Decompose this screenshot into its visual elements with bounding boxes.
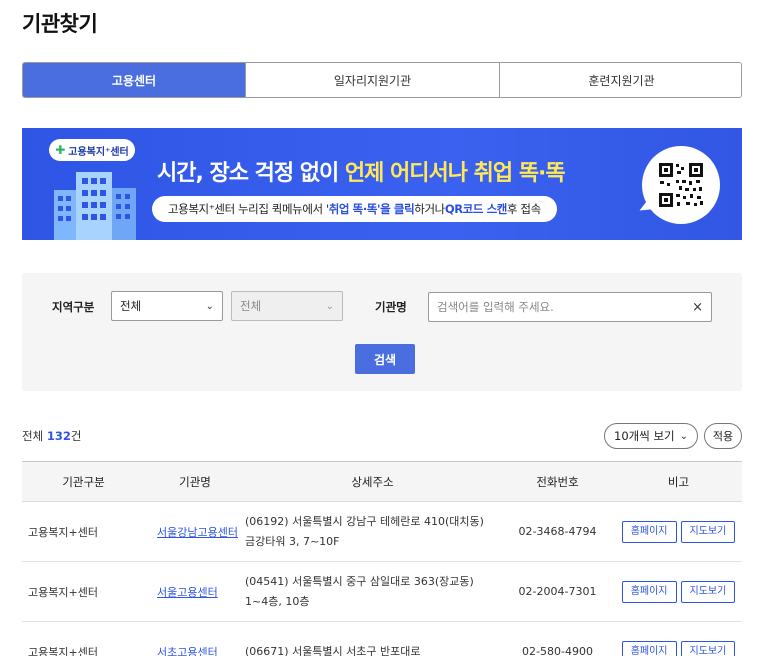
banner-sub-emphasis: QR코드 스캔	[444, 202, 508, 216]
banner-headline: 시간, 장소 걱정 없이 언제 어디서나 취업 똑·똑	[157, 155, 566, 187]
tab-job-support-agency[interactable]: 일자리지원기관	[245, 63, 499, 97]
tab-employment-center[interactable]: 고용센터	[23, 63, 245, 97]
region-select[interactable]: 전체 ⌄	[111, 291, 223, 321]
banner-sub-part: 후 접속	[506, 202, 541, 216]
agency-name-input[interactable]: 검색어를 입력해 주세요. ×	[428, 292, 712, 322]
agency-table: 기관구분 기관명 상세주소 전화번호 비고 고용복지+센터 서울강남고용센터 (…	[22, 461, 742, 656]
cell-tel: 02-580-4900	[500, 621, 615, 656]
cell-type: 고용복지+센터	[22, 621, 145, 656]
agency-link[interactable]: 서초고용센터	[157, 646, 218, 656]
qr-code-bubble	[642, 146, 720, 224]
map-button[interactable]: 지도보기	[680, 580, 736, 603]
chevron-down-icon: ⌄	[205, 300, 214, 312]
banner-sub-part: 하거나	[414, 202, 445, 216]
agency-name-label: 기관명	[375, 300, 407, 314]
clear-icon[interactable]: ×	[692, 300, 703, 315]
chevron-down-icon: ⌄	[325, 300, 334, 312]
tab-training-support-agency[interactable]: 훈련지원기관	[499, 63, 741, 97]
banner-sub-part: 고용복지⁺센터 누리집 퀵메뉴에서 '	[168, 202, 329, 216]
cell-address: (04541) 서울특별시 중구 삼일대로 363(장교동) 1~4층, 10층	[245, 561, 500, 622]
banner-badge: ✚ 고용복지⁺센터	[49, 139, 135, 161]
header-tel: 전화번호	[500, 461, 615, 502]
subregion-select-value: 전체	[240, 299, 262, 313]
header-address: 상세주소	[245, 461, 500, 502]
page-title: 기관찾기	[22, 12, 98, 36]
subregion-select: 전체 ⌄	[231, 291, 343, 321]
cell-tel: 02-2004-7301	[500, 561, 615, 622]
plus-icon: ✚	[55, 143, 66, 157]
header-type: 기관구분	[22, 461, 145, 502]
apply-button[interactable]: 적용	[704, 423, 742, 449]
building-illustration	[54, 172, 136, 240]
result-total: 전체 132건	[22, 428, 81, 444]
qr-code-icon	[657, 161, 705, 209]
agency-name-placeholder: 검색어를 입력해 주세요.	[437, 300, 554, 314]
cell-type: 고용복지+센터	[22, 561, 145, 622]
total-prefix: 전체	[22, 429, 47, 443]
homepage-button[interactable]: 홈페이지	[621, 640, 677, 656]
table-header-row: 기관구분 기관명 상세주소 전화번호 비고	[22, 461, 742, 502]
total-count: 132	[46, 429, 71, 443]
cell-type: 고용복지+센터	[22, 501, 145, 562]
banner-badge-label: 고용복지⁺센터	[68, 146, 129, 158]
homepage-button[interactable]: 홈페이지	[621, 580, 677, 603]
total-suffix: 건	[70, 429, 82, 443]
banner-sub-emphasis: 취업 똑·똑	[328, 202, 378, 216]
cell-name: 서초고용센터	[145, 621, 245, 656]
page-size-value: 10개씩 보기	[614, 429, 675, 443]
cell-address: (06192) 서울특별시 강남구 테헤란로 410(대치동) 금강타워 3, …	[245, 501, 500, 562]
search-button[interactable]: 검색	[355, 344, 415, 374]
agency-link[interactable]: 서울강남고용센터	[157, 526, 238, 539]
cell-address: (06671) 서울특별시 서초구 반포대로	[245, 621, 500, 656]
banner-headline-highlight: 언제 어디서나 취업 똑·똑	[344, 161, 566, 186]
agency-link[interactable]: 서울고용센터	[157, 586, 218, 599]
header-note: 비고	[615, 461, 742, 502]
table-row: 고용복지+센터 서울고용센터 (04541) 서울특별시 중구 삼일대로 363…	[22, 561, 742, 622]
table-row: 고용복지+센터 서울강남고용센터 (06192) 서울특별시 강남구 테헤란로 …	[22, 501, 742, 562]
banner-headline-text: 시간, 장소 걱정 없이	[157, 161, 345, 186]
map-button[interactable]: 지도보기	[680, 520, 736, 543]
chevron-down-icon: ⌄	[679, 430, 688, 442]
header-name: 기관명	[145, 461, 245, 502]
cell-name: 서울고용센터	[145, 561, 245, 622]
banner-subtext: 고용복지⁺센터 누리집 퀵메뉴에서 ' 취업 똑·똑 '을 클릭 하거나 QR코드 스…	[152, 196, 557, 222]
table-row: 고용복지+센터 서초고용센터 (06671) 서울특별시 서초구 반포대로 02…	[22, 621, 742, 656]
promo-banner[interactable]: ✚ 고용복지⁺센터 시간, 장소 걱정 없이 언제 어디서나 취업 똑·똑 고용…	[22, 128, 742, 240]
cell-actions: 홈페이지 지도보기	[615, 621, 742, 656]
region-select-value: 전체	[120, 299, 142, 313]
region-label: 지역구분	[52, 300, 95, 314]
map-button[interactable]: 지도보기	[680, 640, 736, 656]
homepage-button[interactable]: 홈페이지	[621, 520, 677, 543]
cell-name: 서울강남고용센터	[145, 501, 245, 562]
center-type-tabs: 고용센터 일자리지원기관 훈련지원기관	[22, 62, 742, 98]
cell-actions: 홈페이지 지도보기	[615, 561, 742, 622]
page-size-select[interactable]: 10개씩 보기 ⌄	[604, 423, 698, 449]
banner-sub-emphasis: '을 클릭	[377, 202, 415, 216]
cell-tel: 02-3468-4794	[500, 501, 615, 562]
cell-actions: 홈페이지 지도보기	[615, 501, 742, 562]
